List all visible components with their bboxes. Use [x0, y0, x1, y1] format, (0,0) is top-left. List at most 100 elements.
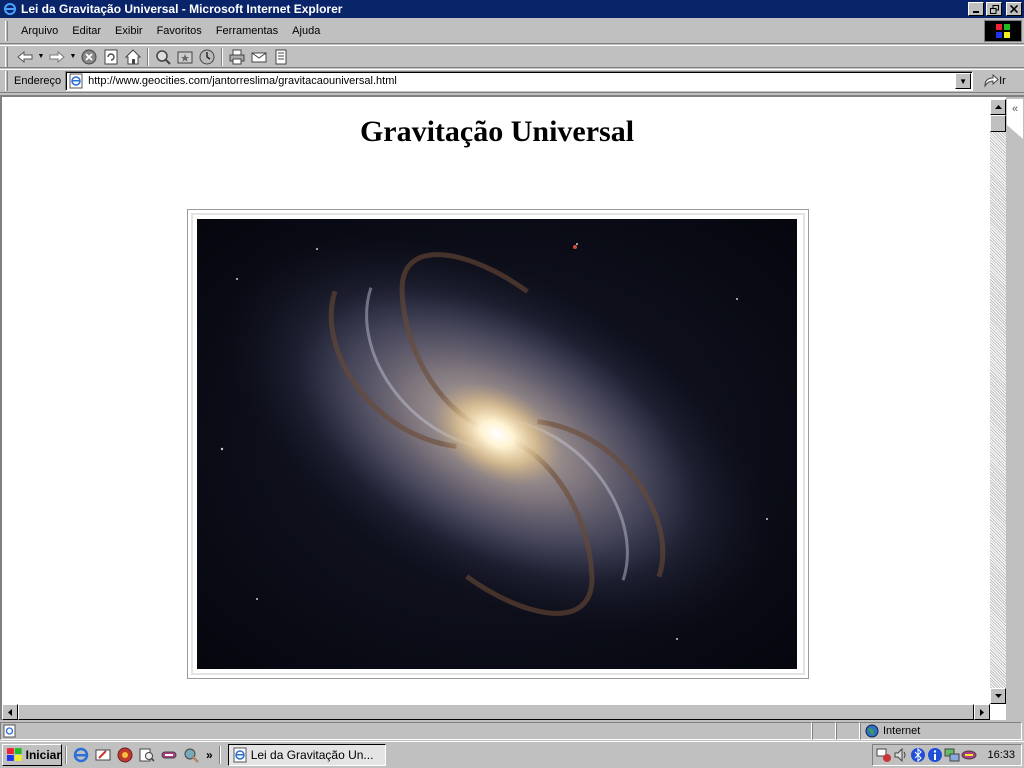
image-frame	[187, 209, 809, 679]
volume-icon[interactable]	[893, 747, 909, 763]
window-title: Lei da Gravitação Universal - Microsoft …	[21, 2, 343, 16]
toolbar-grip[interactable]	[5, 46, 8, 67]
show-desktop-icon	[95, 749, 111, 761]
menu-editar[interactable]: Editar	[65, 25, 108, 37]
toolbar-separator	[221, 47, 223, 66]
taskbar-separator	[65, 746, 67, 764]
menu-bar: Arquivo Editar Exibir Favoritos Ferramen…	[0, 18, 1024, 44]
go-arrow-icon	[984, 74, 999, 88]
page-status-icon	[3, 724, 16, 738]
expand-panel-tab[interactable]: «	[1007, 99, 1023, 139]
quicklaunch-more-icon[interactable]: »	[206, 748, 213, 762]
globe-icon	[865, 724, 879, 738]
go-button[interactable]: Ir	[983, 74, 1006, 88]
status-security-pane	[836, 722, 860, 740]
horizontal-scroll-thumb[interactable]	[18, 704, 974, 720]
address-url[interactable]: http://www.geocities.com/jantorreslima/g…	[88, 75, 955, 87]
ie-page-icon	[233, 747, 247, 763]
start-button[interactable]: Iniciar	[2, 744, 62, 766]
address-label: Endereço	[14, 75, 62, 87]
arrow-left-icon	[8, 708, 12, 716]
zone-label: Internet	[883, 725, 921, 737]
scroll-right-button[interactable]	[974, 704, 990, 720]
search-icon	[156, 49, 171, 65]
forward-button[interactable]	[46, 47, 68, 67]
status-bar: Internet	[0, 721, 1024, 741]
display-settings-icon[interactable]	[944, 747, 960, 763]
scroll-left-button[interactable]	[2, 704, 18, 720]
horizontal-scrollbar[interactable]	[2, 704, 990, 720]
connection-icon[interactable]	[961, 747, 977, 763]
task-button-ie-window[interactable]: Lei da Gravitação Un...	[227, 744, 386, 766]
favorites-button[interactable]	[174, 47, 196, 67]
minimize-icon	[973, 11, 979, 13]
arrow-right-icon	[980, 708, 984, 716]
stop-icon	[81, 49, 97, 64]
back-dropdown-icon[interactable]: ▼	[36, 53, 46, 60]
media-player-icon	[117, 747, 133, 763]
clock[interactable]: 16:33	[987, 749, 1015, 761]
title-bar: Lei da Gravitação Universal - Microsoft …	[0, 0, 1024, 18]
menu-exibir[interactable]: Exibir	[108, 25, 150, 37]
network-status-icon[interactable]	[876, 747, 892, 763]
forward-dropdown-icon[interactable]: ▼	[68, 53, 78, 60]
menu-favoritos[interactable]: Favoritos	[150, 25, 209, 37]
browser-content: Gravitação Universal «	[0, 95, 1024, 720]
close-icon	[1010, 5, 1018, 13]
go-label: Ir	[999, 75, 1006, 87]
status-zone-pane: Internet	[860, 722, 1022, 740]
arrow-down-icon	[994, 694, 1002, 698]
mail-icon	[251, 52, 267, 62]
quicklaunch-media[interactable]	[116, 746, 134, 764]
edit-button[interactable]	[270, 47, 292, 67]
address-input[interactable]: http://www.geocities.com/jantorreslima/g…	[65, 71, 974, 91]
image-frame-inner	[191, 213, 805, 675]
tools-icon	[184, 748, 199, 763]
network-icon	[161, 751, 177, 759]
ie-icon	[73, 747, 89, 763]
home-button[interactable]	[122, 47, 144, 67]
back-button[interactable]	[14, 47, 36, 67]
explorer-bar-panel: «	[1006, 97, 1024, 720]
standard-toolbar: ▼ ▼	[0, 45, 1024, 68]
refresh-button[interactable]	[100, 47, 122, 67]
taskbar-separator	[218, 746, 221, 764]
restore-icon	[989, 4, 999, 14]
page-icon	[69, 73, 83, 89]
quicklaunch-ie[interactable]	[72, 746, 90, 764]
forward-icon	[49, 50, 65, 63]
info-icon[interactable]	[927, 747, 943, 763]
address-grip[interactable]	[5, 71, 8, 91]
menu-ajuda[interactable]: Ajuda	[285, 25, 327, 37]
history-icon	[199, 49, 215, 64]
search-button[interactable]	[152, 47, 174, 67]
chevron-down-icon: ▼	[959, 76, 968, 86]
address-dropdown-button[interactable]: ▼	[955, 73, 972, 89]
menu-ferramentas[interactable]: Ferramentas	[209, 25, 285, 37]
vertical-scrollbar[interactable]	[990, 99, 1006, 704]
minimize-button[interactable]	[968, 2, 984, 16]
stop-button[interactable]	[78, 47, 100, 67]
vertical-scroll-thumb[interactable]	[990, 115, 1006, 132]
print-button[interactable]	[226, 47, 248, 67]
history-button[interactable]	[196, 47, 218, 67]
system-tray: 16:33	[872, 744, 1022, 766]
edit-icon	[275, 49, 287, 64]
scroll-up-button[interactable]	[990, 99, 1006, 115]
quicklaunch-network[interactable]	[160, 746, 178, 764]
bluetooth-icon[interactable]	[910, 747, 926, 763]
mail-button[interactable]	[248, 47, 270, 67]
home-icon	[125, 48, 141, 64]
quicklaunch-desktop[interactable]	[94, 746, 112, 764]
windows-flag-icon	[6, 748, 22, 761]
menu-grip[interactable]	[5, 20, 8, 41]
refresh-icon	[104, 49, 118, 64]
menu-arquivo[interactable]: Arquivo	[14, 25, 65, 37]
scroll-down-button[interactable]	[990, 688, 1006, 704]
quicklaunch-search[interactable]	[138, 746, 156, 764]
restore-button[interactable]	[986, 2, 1002, 16]
close-button[interactable]	[1006, 2, 1022, 16]
favorites-icon	[177, 51, 193, 63]
page-heading: Gravitação Universal	[359, 115, 635, 148]
quicklaunch-tools[interactable]	[182, 746, 200, 764]
